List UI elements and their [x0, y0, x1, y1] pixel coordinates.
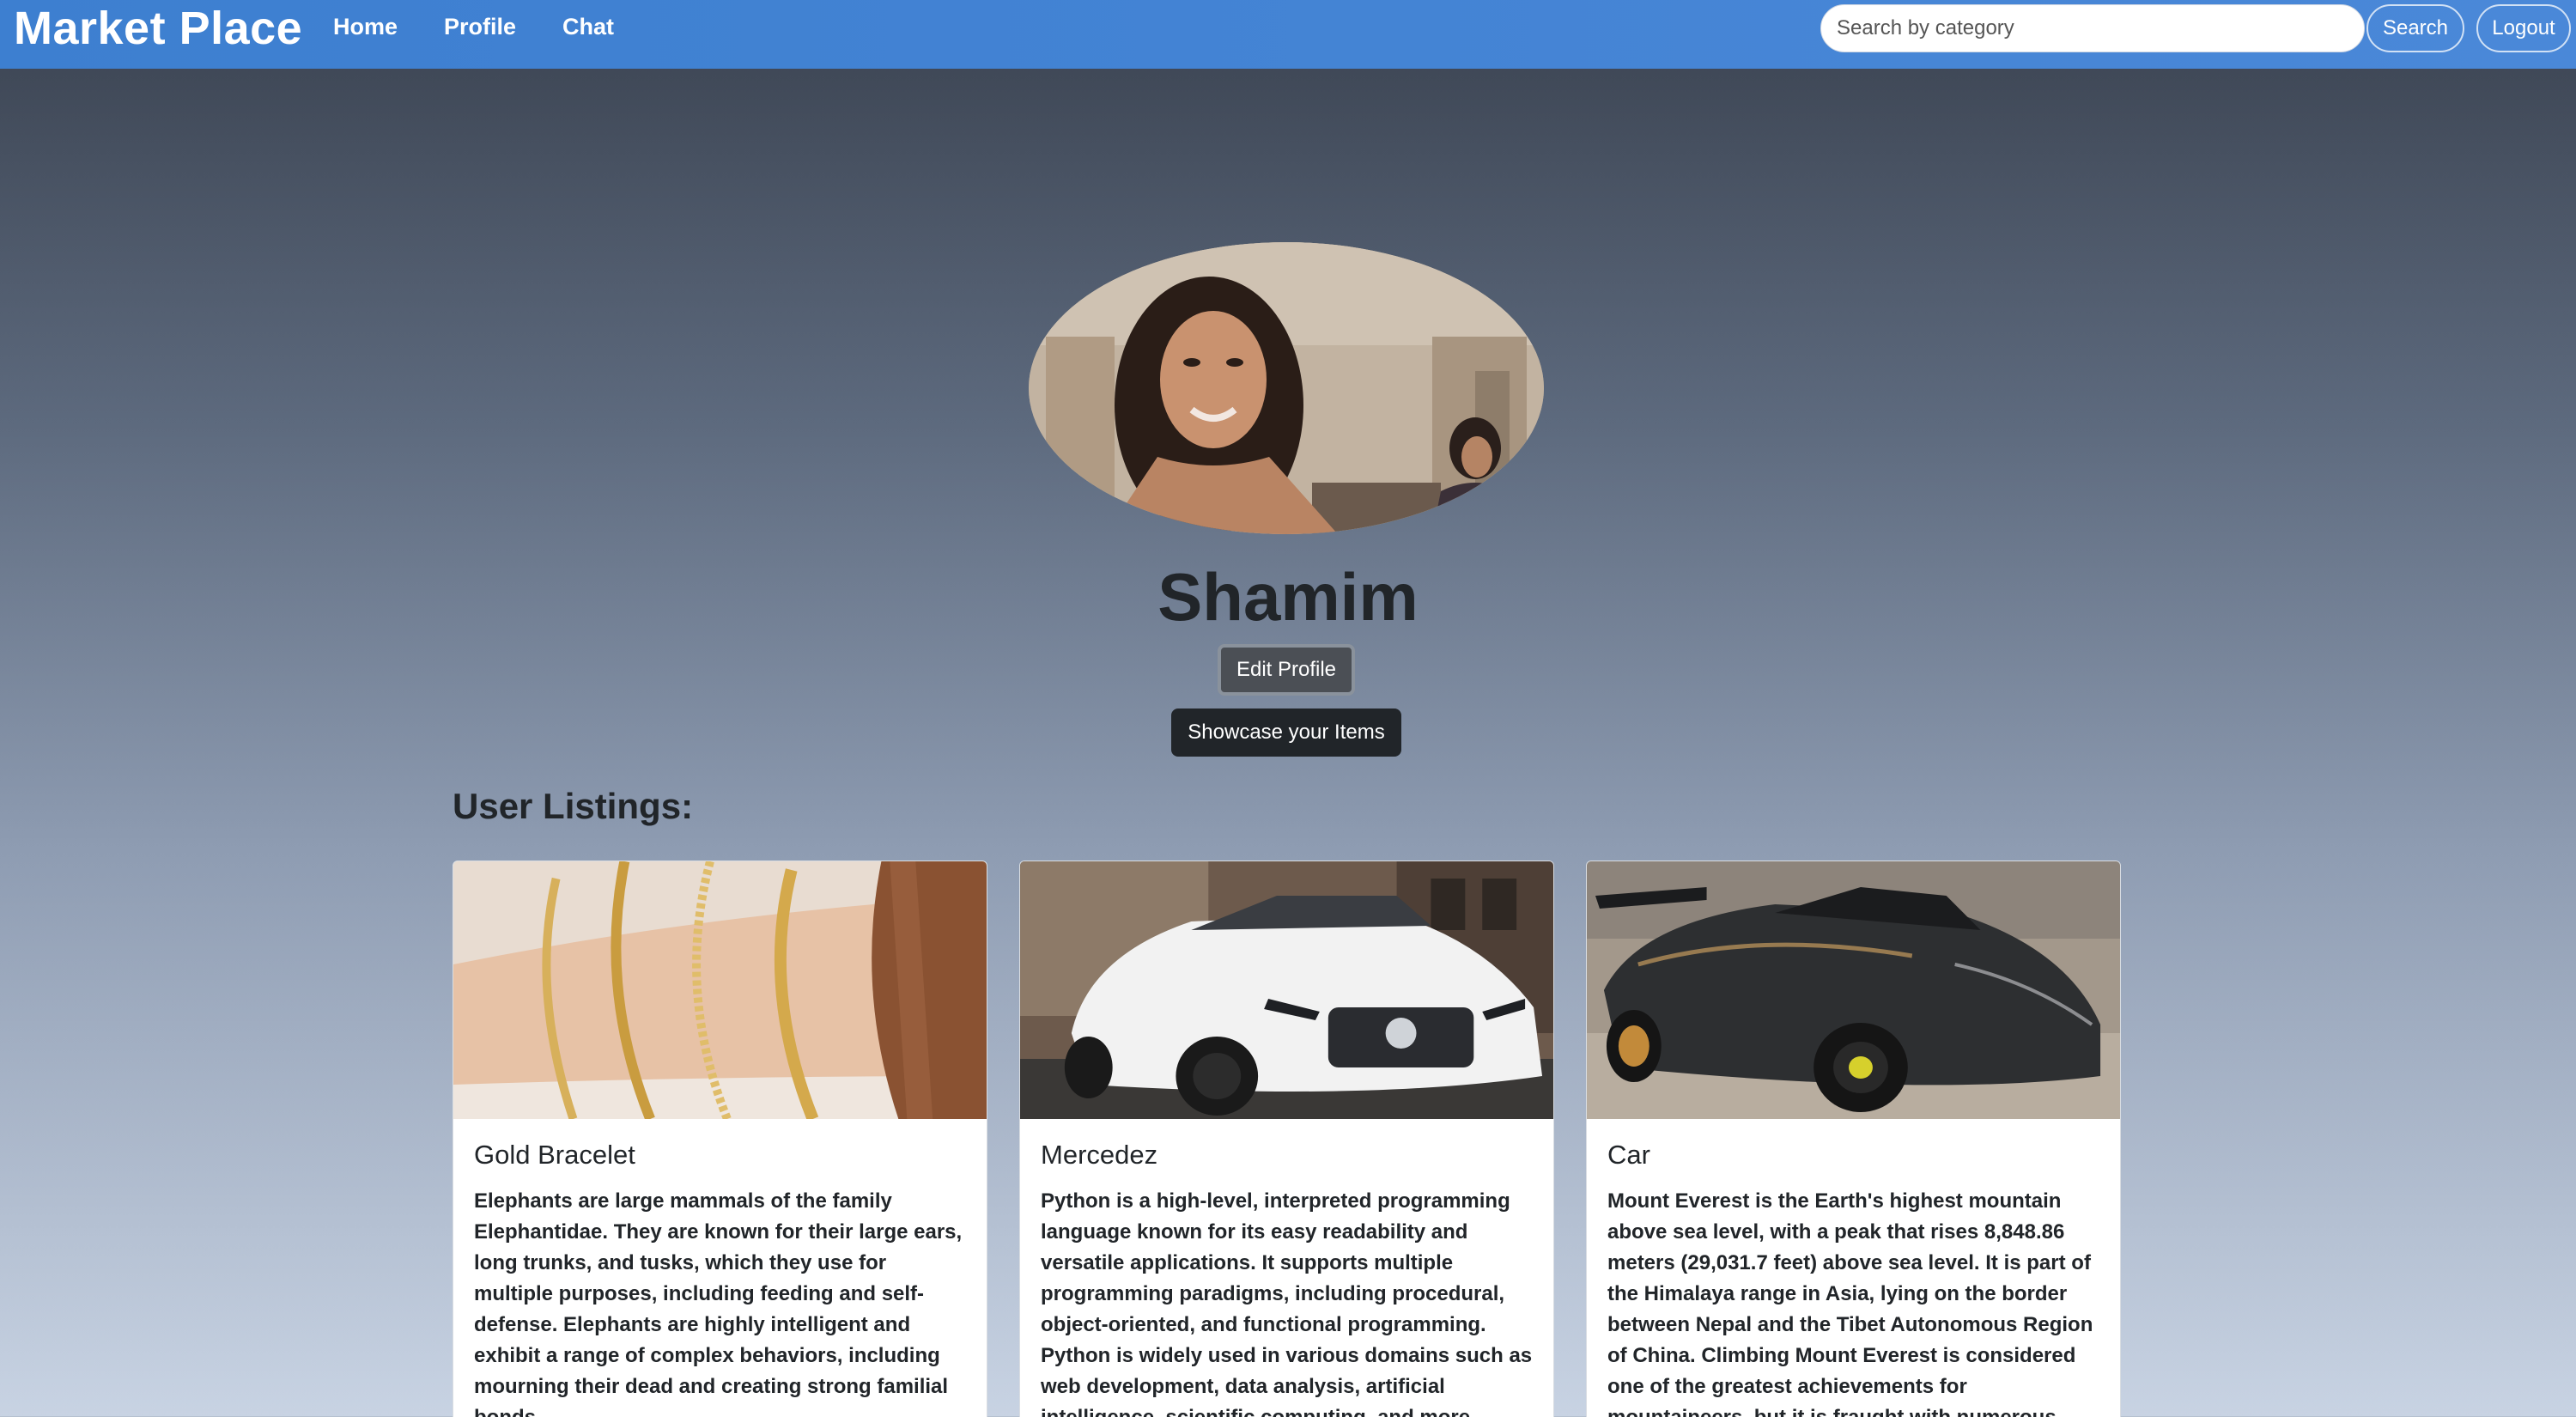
listing-image-mercedez	[1020, 861, 1553, 1119]
listing-description: Mount Everest is the Earth's highest mou…	[1607, 1189, 2093, 1417]
listing-card[interactable]: Mercedez Python is a high-level, interpr…	[1019, 861, 1554, 1417]
search-input[interactable]	[1820, 4, 2365, 52]
listing-description: Python is a high-level, interpreted prog…	[1041, 1189, 1533, 1417]
listing-image-gold-bracelet	[453, 861, 987, 1119]
nav-link-profile[interactable]: Profile	[444, 14, 516, 40]
listing-title: Gold Bracelet	[474, 1140, 635, 1170]
nav-link-chat[interactable]: Chat	[562, 14, 614, 40]
nav-link-home[interactable]: Home	[333, 14, 398, 40]
listing-card[interactable]: Gold Bracelet Elephants are large mammal…	[453, 861, 987, 1417]
edit-profile-button[interactable]: Edit Profile	[1218, 644, 1355, 696]
top-navbar: Market Place Home Profile Chat Search Lo…	[0, 0, 2576, 69]
showcase-items-button[interactable]: Showcase your Items	[1171, 708, 1401, 757]
user-listings-heading: User Listings:	[453, 786, 694, 826]
listing-title: Mercedez	[1041, 1140, 1158, 1170]
search-button[interactable]: Search	[2366, 4, 2464, 52]
brand-logo[interactable]: Market Place	[14, 2, 302, 55]
listing-description: Elephants are large mammals of the famil…	[474, 1189, 963, 1417]
listing-title: Car	[1607, 1140, 1650, 1170]
logout-button[interactable]: Logout	[2476, 4, 2571, 52]
listing-image-car	[1587, 861, 2120, 1119]
listing-card[interactable]: Car Mount Everest is the Earth's highest…	[1586, 861, 2121, 1417]
profile-avatar	[1029, 242, 1544, 534]
profile-username: Shamim	[1157, 559, 1419, 635]
